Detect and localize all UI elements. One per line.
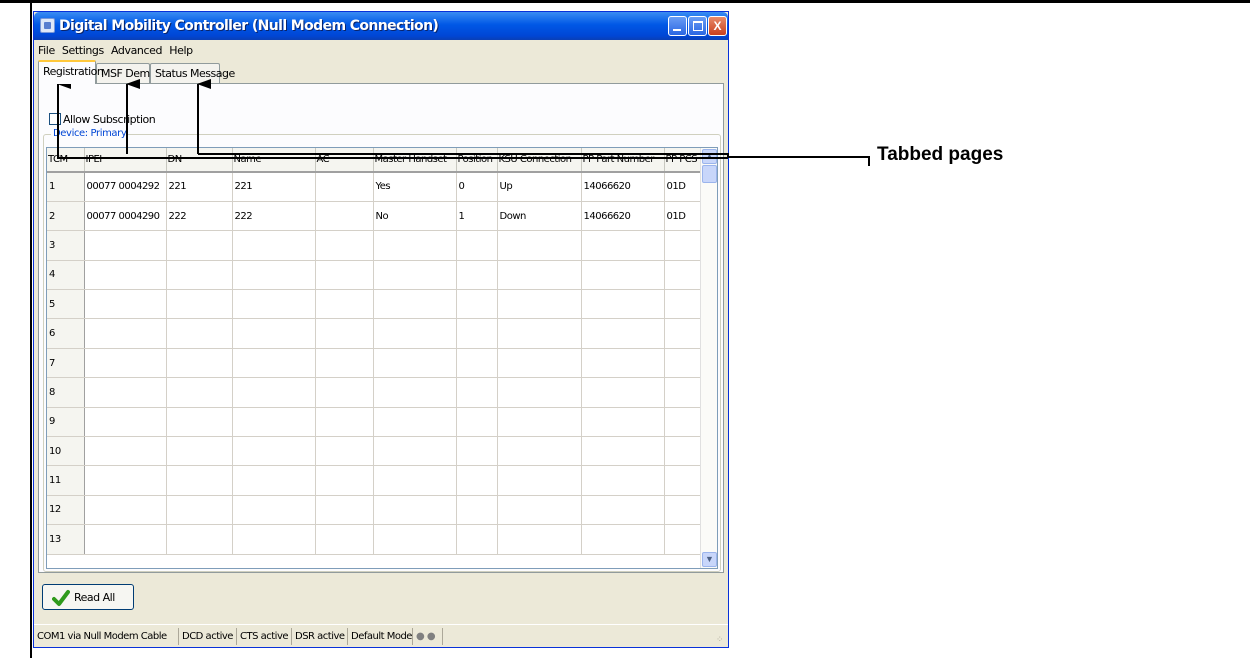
annotation-label: Tabbed pages [877, 144, 1004, 165]
tab-registration[interactable]: Registration [38, 60, 104, 84]
annotation-arrows [57, 79, 870, 166]
annotation-line-main [198, 153, 870, 166]
